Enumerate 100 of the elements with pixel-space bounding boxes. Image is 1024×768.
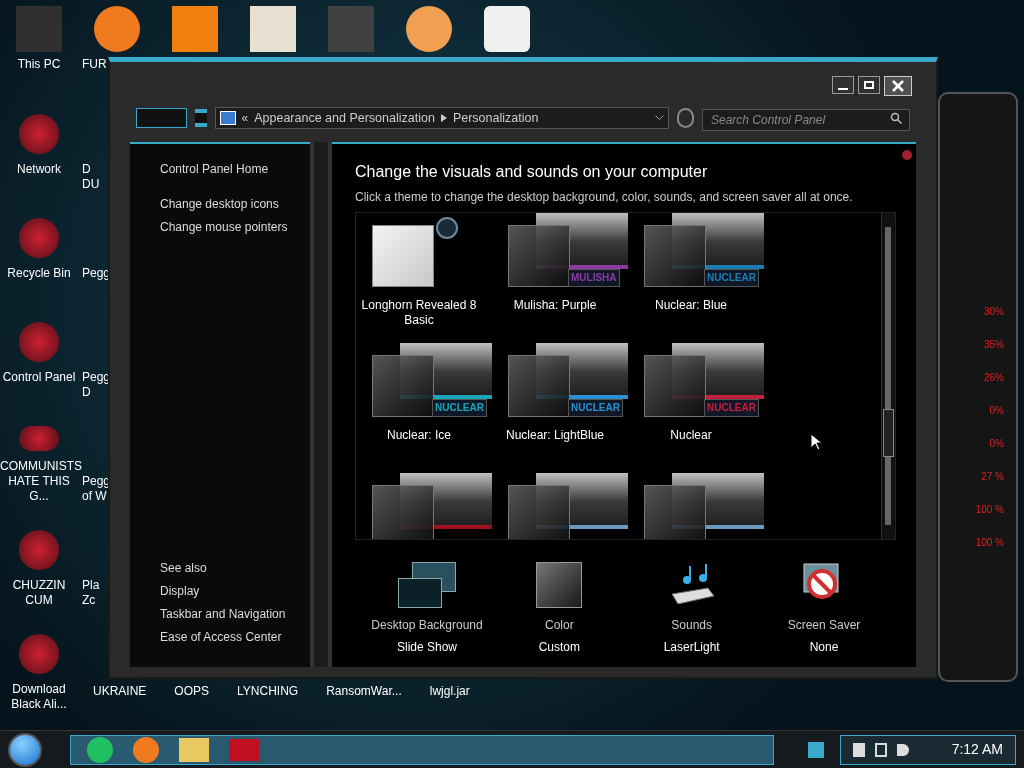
start-button[interactable] bbox=[8, 732, 42, 767]
desktop-icon-label: Recycle Bin bbox=[6, 266, 72, 281]
color-preview bbox=[644, 485, 706, 539]
theme-name: Nuclear: Blue bbox=[653, 298, 728, 313]
setting-value: Slide Show bbox=[396, 639, 457, 656]
close-icon bbox=[892, 80, 904, 92]
theme-name: Nuclear bbox=[669, 428, 713, 443]
gadget-reading: 35% bbox=[984, 338, 1004, 352]
theme-name: Longhorn Revealed 8 Basic bbox=[360, 298, 478, 328]
desktop-icon-label: Download Black Ali... bbox=[10, 682, 68, 712]
theme-item[interactable]: NUCLEAR Nuclear: LightBlue bbox=[492, 343, 628, 473]
theme-item[interactable]: NUCLEAR Nuclear: Blue bbox=[628, 213, 764, 343]
gadget-reading: 0% bbox=[989, 437, 1004, 451]
close-button[interactable] bbox=[884, 76, 912, 96]
desktop-icon-label: D DU bbox=[82, 162, 101, 193]
desktop-app-icon[interactable] bbox=[19, 114, 59, 154]
color-preview bbox=[372, 355, 434, 417]
theme-name: Mulisha: Purple bbox=[512, 298, 598, 313]
theme-preview bbox=[372, 225, 434, 287]
desktop-icon-label: OOPS bbox=[174, 683, 210, 700]
search-icon[interactable] bbox=[890, 112, 902, 124]
color-preview bbox=[508, 485, 570, 539]
theme-setting[interactable]: Color Custom bbox=[497, 560, 622, 656]
desktop-icon-label: Network bbox=[16, 162, 62, 177]
theme-item[interactable]: NUCLEAR Nuclear: Ice bbox=[356, 343, 492, 473]
setting-label: Sounds bbox=[671, 617, 712, 634]
color-preview bbox=[372, 485, 434, 539]
theme-setting[interactable]: Screen Saver None bbox=[762, 560, 886, 656]
desktop-icon-label: UKRAINE bbox=[93, 683, 147, 700]
gadget-reading: 26% bbox=[984, 371, 1004, 385]
desktop-app-icon[interactable] bbox=[19, 634, 59, 674]
vertical-scrollbar[interactable] bbox=[881, 213, 895, 539]
desktop-icon-label: This PC bbox=[17, 56, 61, 73]
desktop-icon-label: Pla Zc bbox=[82, 578, 101, 609]
clock-time[interactable]: 7:12 AM bbox=[951, 739, 1003, 760]
sidebar-link[interactable]: Control Panel Home bbox=[160, 158, 310, 181]
color-swatch-icon bbox=[536, 562, 583, 608]
gadget-reading: 100 % bbox=[975, 503, 1004, 517]
theme-banner: NUCLEAR bbox=[704, 399, 759, 417]
see-also-heading: See also bbox=[160, 560, 208, 577]
theme-setting[interactable]: Sounds LaserLight bbox=[629, 560, 754, 656]
page-heading: Change the visuals and sounds on your computer bbox=[355, 162, 709, 182]
theme-banner: MULISHA bbox=[568, 269, 620, 287]
theme-name: Nuclear: LightBlue bbox=[504, 428, 606, 443]
setting-label: Screen Saver bbox=[787, 617, 861, 634]
gadget-reading: 27 % bbox=[981, 470, 1004, 484]
color-preview bbox=[644, 225, 706, 287]
desktop-icon-label: Control Panel bbox=[1, 370, 77, 385]
setting-value: None bbox=[809, 639, 839, 656]
theme-banner: NUCLEAR bbox=[432, 399, 487, 417]
theme-item[interactable]: Longhorn Revealed 8 Basic bbox=[356, 213, 492, 343]
desktop-icon-label: FUR bbox=[82, 56, 107, 73]
gadget-reading: 0% bbox=[989, 404, 1004, 418]
maximize-button[interactable] bbox=[858, 76, 880, 94]
gadget-reading: 100 % bbox=[975, 536, 1004, 550]
app-icon[interactable] bbox=[94, 6, 140, 52]
desktop-app-icon[interactable] bbox=[19, 530, 59, 570]
breadcrumb-link[interactable]: Appearance and Personalization bbox=[254, 108, 435, 128]
breadcrumb-arrow-icon[interactable] bbox=[440, 114, 447, 122]
theme-item[interactable]: NUCLEAR Nuclear bbox=[628, 343, 764, 473]
theme-name: Nuclear: Ice bbox=[386, 428, 452, 443]
page-description: Click a theme to change the desktop background, color, sounds, and screen saver all at once. bbox=[355, 189, 854, 206]
desktop-icon-label: RansomWar... bbox=[326, 683, 402, 700]
sidebar-link[interactable]: Taskbar and Navigation bbox=[160, 603, 310, 626]
sidebar-link[interactable]: Change mouse pointers bbox=[160, 216, 310, 239]
color-preview bbox=[508, 225, 570, 287]
monitor-icon bbox=[219, 111, 236, 125]
theme-banner: NUCLEAR bbox=[568, 399, 623, 417]
color-preview bbox=[508, 355, 570, 417]
dropdown-caret-icon[interactable] bbox=[654, 115, 664, 121]
sidebar-link[interactable]: Change desktop icons bbox=[160, 193, 310, 216]
picture-stack-icon bbox=[398, 562, 456, 608]
refresh-icon[interactable] bbox=[676, 108, 694, 128]
search-field[interactable]: Search Control Panel bbox=[702, 109, 910, 131]
address-bar[interactable]: « Appearance and Personalization Personalization bbox=[214, 107, 669, 129]
breadcrumb-link[interactable]: Personalization bbox=[452, 108, 539, 128]
theme-item[interactable]: MULISHA Mulisha: Purple bbox=[492, 213, 628, 343]
color-preview bbox=[644, 355, 706, 417]
minimize-button[interactable] bbox=[832, 76, 854, 94]
desktop-app-icon[interactable] bbox=[19, 426, 59, 451]
desktop-app-icon[interactable] bbox=[19, 322, 59, 362]
setting-label: Desktop Background bbox=[371, 617, 483, 634]
desktop-icon-label: LYNCHING bbox=[237, 683, 299, 700]
help-icon[interactable] bbox=[902, 150, 912, 160]
sidebar-link[interactable]: Ease of Access Center bbox=[160, 626, 310, 649]
setting-label: Color bbox=[545, 617, 574, 634]
mouse-pointer-icon bbox=[810, 433, 822, 451]
gadget-reading: 30% bbox=[984, 305, 1004, 319]
desktop-app-icon[interactable] bbox=[19, 218, 59, 258]
setting-value: LaserLight bbox=[663, 639, 720, 656]
app-icon[interactable] bbox=[406, 6, 452, 52]
theme-emblem-icon bbox=[436, 217, 458, 239]
sidebar-link[interactable]: Display bbox=[160, 580, 310, 603]
desktop-icon-label: CHUZZIN CUM bbox=[11, 578, 67, 608]
desktop-icon-label: lwjgl.jar bbox=[429, 683, 470, 700]
overflow-chevron[interactable]: « bbox=[241, 109, 249, 127]
theme-setting[interactable]: Desktop Background Slide Show bbox=[365, 560, 489, 656]
setting-value: Custom bbox=[538, 639, 580, 656]
theme-banner: NUCLEAR bbox=[704, 269, 759, 287]
show-desktop-icon[interactable] bbox=[808, 741, 824, 758]
